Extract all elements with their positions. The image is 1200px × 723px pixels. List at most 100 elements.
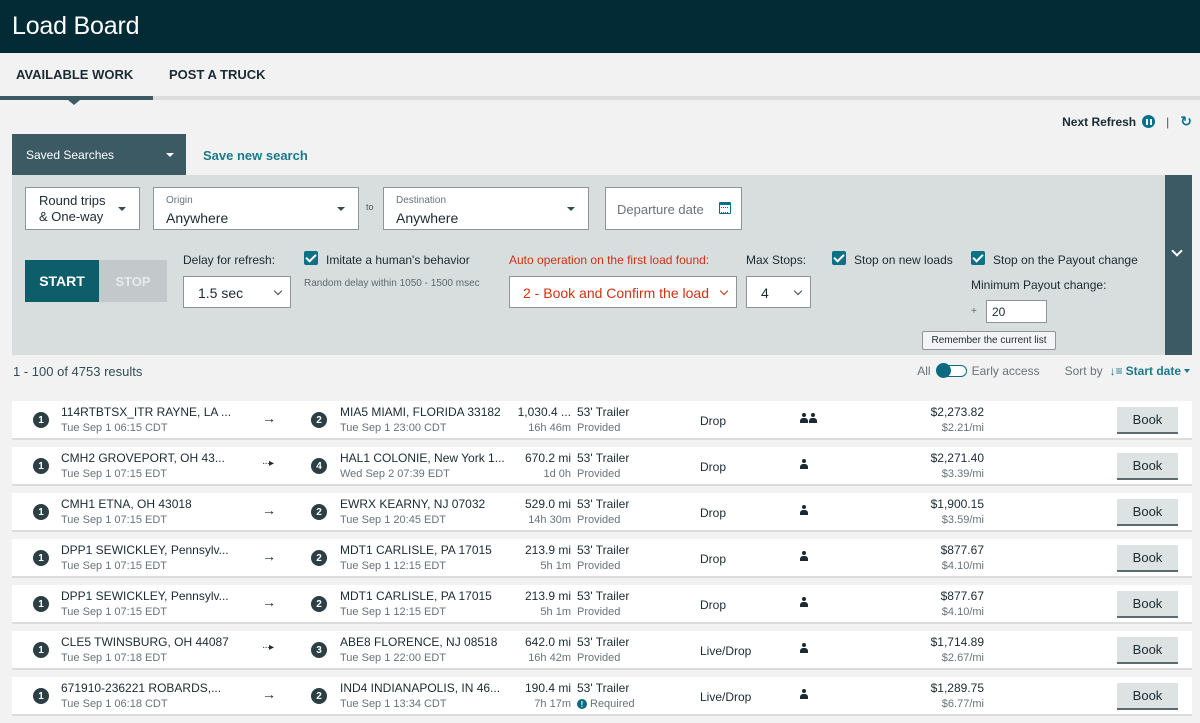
- load-row[interactable]: 1 CLE5 TWINSBURG, OH 44087 Tue Sep 1 07:18…: [12, 631, 1192, 668]
- load-type: Drop: [700, 506, 727, 520]
- start-button[interactable]: START: [25, 260, 99, 302]
- destination-location: IND4 INDIANAPOLIS, IN 46...: [340, 681, 501, 695]
- load-row[interactable]: 1 DPP1 SEWICKLEY, Pennsylv... Tue Sep 1 07…: [12, 539, 1192, 576]
- driver-type: [800, 505, 808, 515]
- book-button[interactable]: Book: [1117, 683, 1178, 710]
- duration: 5h 1m: [540, 560, 571, 572]
- stop-payout-change-label: Stop on the Payout change: [993, 253, 1138, 267]
- destination-location: MIA5 MIAMI, FLORIDA 33182: [340, 405, 501, 419]
- arrow-right-icon: →: [262, 594, 276, 610]
- saved-searches-dropdown[interactable]: Saved Searches: [12, 134, 186, 175]
- sort-field-dropdown[interactable]: Start date: [1126, 364, 1181, 378]
- load-row[interactable]: 1 CMH1 ETNA, OH 43018 Tue Sep 1 07:15 EDT →…: [12, 493, 1192, 530]
- info-icon: !: [577, 699, 587, 709]
- tab-post-a-truck[interactable]: POST A TRUCK: [153, 53, 282, 96]
- arrow-right-icon: →: [262, 548, 276, 564]
- book-button[interactable]: Book: [1117, 545, 1178, 572]
- distance: 213.9 mi: [524, 543, 571, 557]
- trailer-status: Provided: [577, 606, 620, 618]
- destination-value: Anywhere: [396, 210, 459, 226]
- person-icon: [800, 551, 808, 561]
- load-row[interactable]: 1 671910-236221 ROBARDS,... Tue Sep 1 06:1…: [12, 677, 1192, 714]
- origin-time: Tue Sep 1 07:15 EDT: [61, 560, 167, 572]
- caret-down-icon: [337, 207, 345, 211]
- rate-per-mile: $3.39/mi: [941, 468, 984, 480]
- rate-per-mile: $3.59/mi: [941, 514, 984, 526]
- tab-bar: AVAILABLE WORK POST A TRUCK: [0, 53, 1200, 105]
- calendar-icon[interactable]: [719, 202, 731, 214]
- trailer-status-text: Provided: [577, 468, 621, 480]
- origin-select[interactable]: Origin Anywhere: [153, 187, 359, 230]
- equipment: 53' Trailer: [577, 635, 630, 649]
- book-button[interactable]: Book: [1117, 453, 1178, 480]
- origin-stop-badge: 1: [33, 504, 49, 520]
- payout: $1,289.75: [930, 681, 984, 695]
- stop-payout-change-checkbox[interactable]: [971, 251, 985, 265]
- rate-per-mile: $4.10/mi: [941, 560, 984, 572]
- imitate-human-checkbox[interactable]: [304, 251, 318, 265]
- auto-operation-select[interactable]: 2 - Book and Confirm the load: [509, 276, 737, 308]
- chevron-down-icon: [719, 286, 729, 296]
- distance: 529.0 mi: [524, 497, 571, 511]
- tab-label: AVAILABLE WORK: [16, 67, 134, 82]
- book-button[interactable]: Book: [1117, 637, 1178, 664]
- trailer-status: Provided: [577, 422, 620, 434]
- trailer-status-text: Provided: [577, 514, 621, 526]
- filter-early-access-label: Early access: [971, 364, 1040, 378]
- panel-collapse-toggle[interactable]: [1165, 175, 1192, 355]
- tab-available-work[interactable]: AVAILABLE WORK: [0, 53, 153, 105]
- to-label: to: [366, 202, 374, 212]
- save-new-search-link[interactable]: Save new search: [203, 148, 308, 163]
- next-refresh-label: Next Refresh: [1062, 114, 1137, 129]
- active-tab-indicator: [68, 100, 80, 105]
- distance: 642.0 mi: [524, 635, 571, 649]
- max-stops-value: 4: [761, 285, 769, 301]
- book-button[interactable]: Book: [1117, 591, 1178, 618]
- departure-date-input[interactable]: Departure date: [605, 187, 742, 230]
- pause-circle-icon[interactable]: [1142, 115, 1156, 128]
- delay-select[interactable]: 1.5 sec: [183, 276, 291, 308]
- origin-time: Tue Sep 1 07:15 EDT: [61, 468, 167, 480]
- early-access-toggle[interactable]: [935, 363, 967, 378]
- trailer-status: Provided: [577, 468, 620, 480]
- max-stops-select[interactable]: 4: [746, 276, 811, 308]
- destination-stop-badge: 2: [311, 688, 327, 704]
- book-button[interactable]: Book: [1117, 407, 1178, 434]
- destination-select[interactable]: Destination Anywhere: [383, 187, 589, 230]
- minimum-payout-label: Minimum Payout change:: [971, 278, 1107, 292]
- duration: 1d 0h: [543, 468, 571, 480]
- destination-stop-badge: 2: [311, 550, 327, 566]
- origin-time: Tue Sep 1 07:15 EDT: [61, 514, 167, 526]
- results-count: 1 - 100 of 4753 results: [13, 364, 143, 379]
- caret-down-icon: [1184, 369, 1190, 373]
- chevron-down-icon: [1171, 245, 1183, 257]
- trip-type-select[interactable]: Round trips & One-way: [25, 187, 140, 230]
- distance: 1,030.4 ...: [517, 405, 571, 419]
- trailer-status-text: Provided: [577, 606, 621, 618]
- remember-list-button[interactable]: Remember the current list: [922, 331, 1056, 350]
- load-row[interactable]: 1 DPP1 SEWICKLEY, Pennsylv... Tue Sep 1 07…: [12, 585, 1192, 622]
- origin-location: 671910-236221 ROBARDS,...: [61, 681, 222, 695]
- equipment: 53' Trailer: [577, 681, 630, 695]
- payout: $877.67: [940, 543, 984, 557]
- book-button[interactable]: Book: [1117, 499, 1178, 526]
- driver-type: [800, 459, 808, 469]
- sync-icon[interactable]: ↻: [1180, 113, 1192, 130]
- load-type: Drop: [700, 414, 727, 428]
- duration: 16h 46m: [528, 422, 571, 434]
- arrow-right-icon: →: [262, 686, 276, 702]
- payout: $2,273.82: [930, 405, 984, 419]
- origin-location: CMH1 ETNA, OH 43018: [61, 497, 192, 511]
- origin-location: 114RTBTSX_ITR RAYNE, LA ...: [61, 405, 232, 419]
- origin-time: Tue Sep 1 07:15 EDT: [61, 606, 167, 618]
- stop-button[interactable]: STOP: [99, 260, 167, 302]
- stop-new-loads-checkbox[interactable]: [832, 251, 846, 265]
- origin-time: Tue Sep 1 07:18 EDT: [61, 652, 167, 664]
- load-row[interactable]: 1 CMH2 GROVEPORT, OH 43... Tue Sep 1 07:15…: [12, 447, 1192, 484]
- load-row[interactable]: 1 114RTBTSX_ITR RAYNE, LA ... Tue Sep 1 06…: [12, 401, 1192, 438]
- minimum-payout-input[interactable]: 20: [986, 300, 1047, 323]
- driver-type: [800, 643, 808, 653]
- driver-type: [800, 551, 808, 561]
- origin-time: Tue Sep 1 06:18 CDT: [61, 698, 168, 710]
- random-delay-note: Random delay within 1050 - 1500 msec: [304, 278, 480, 289]
